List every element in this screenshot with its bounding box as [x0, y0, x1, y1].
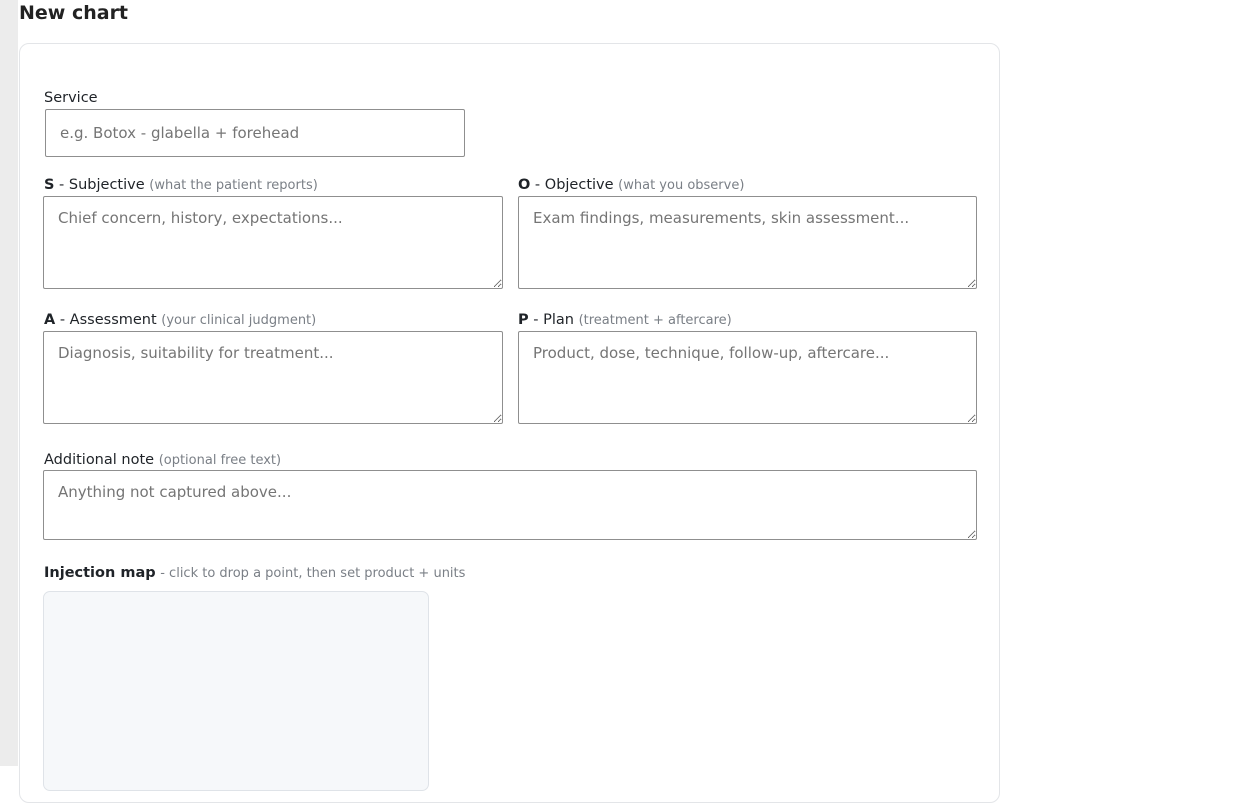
- objective-label: O - Objective (what you observe): [518, 176, 744, 195]
- assessment-label-prefix: A: [44, 312, 56, 328]
- page-title: New chart: [19, 2, 129, 24]
- plan-label: P - Plan (treatment + aftercare): [518, 311, 732, 330]
- assessment-label-name: - Assessment: [55, 312, 157, 328]
- assessment-label: A - Assessment (your clinical judgment): [44, 311, 316, 330]
- injection-map-label: Injection map - click to drop a point, t…: [44, 564, 465, 583]
- additional-note-label: Additional note (optional free text): [44, 451, 281, 470]
- objective-hint: (what you observe): [618, 178, 745, 193]
- subjective-label-prefix: S: [44, 177, 55, 193]
- subjective-textarea[interactable]: [43, 196, 503, 289]
- service-label: Service: [44, 89, 98, 107]
- injection-map-canvas[interactable]: [43, 591, 429, 791]
- subjective-label-name: - Subjective: [54, 177, 145, 193]
- service-input[interactable]: [45, 109, 465, 157]
- additional-note-label-text: Additional note: [44, 452, 155, 468]
- service-label-text: Service: [44, 90, 98, 106]
- plan-textarea[interactable]: [518, 331, 977, 424]
- plan-label-prefix: P: [518, 312, 529, 328]
- plan-label-name: - Plan: [528, 312, 574, 328]
- subjective-hint: (what the patient reports): [149, 178, 318, 193]
- objective-label-name: - Objective: [530, 177, 614, 193]
- subjective-label: S - Subjective (what the patient reports…: [44, 176, 318, 195]
- left-sidebar-edge: [0, 0, 18, 766]
- plan-hint: (treatment + aftercare): [578, 313, 732, 328]
- assessment-textarea[interactable]: [43, 331, 503, 424]
- assessment-hint: (your clinical judgment): [161, 313, 317, 328]
- additional-note-hint: (optional free text): [158, 453, 282, 468]
- objective-label-prefix: O: [518, 177, 531, 193]
- injection-map-label-text: Injection map: [44, 565, 156, 581]
- additional-note-textarea[interactable]: [43, 470, 977, 540]
- injection-map-hint: - click to drop a point, then set produc…: [160, 566, 466, 581]
- objective-textarea[interactable]: [518, 196, 977, 289]
